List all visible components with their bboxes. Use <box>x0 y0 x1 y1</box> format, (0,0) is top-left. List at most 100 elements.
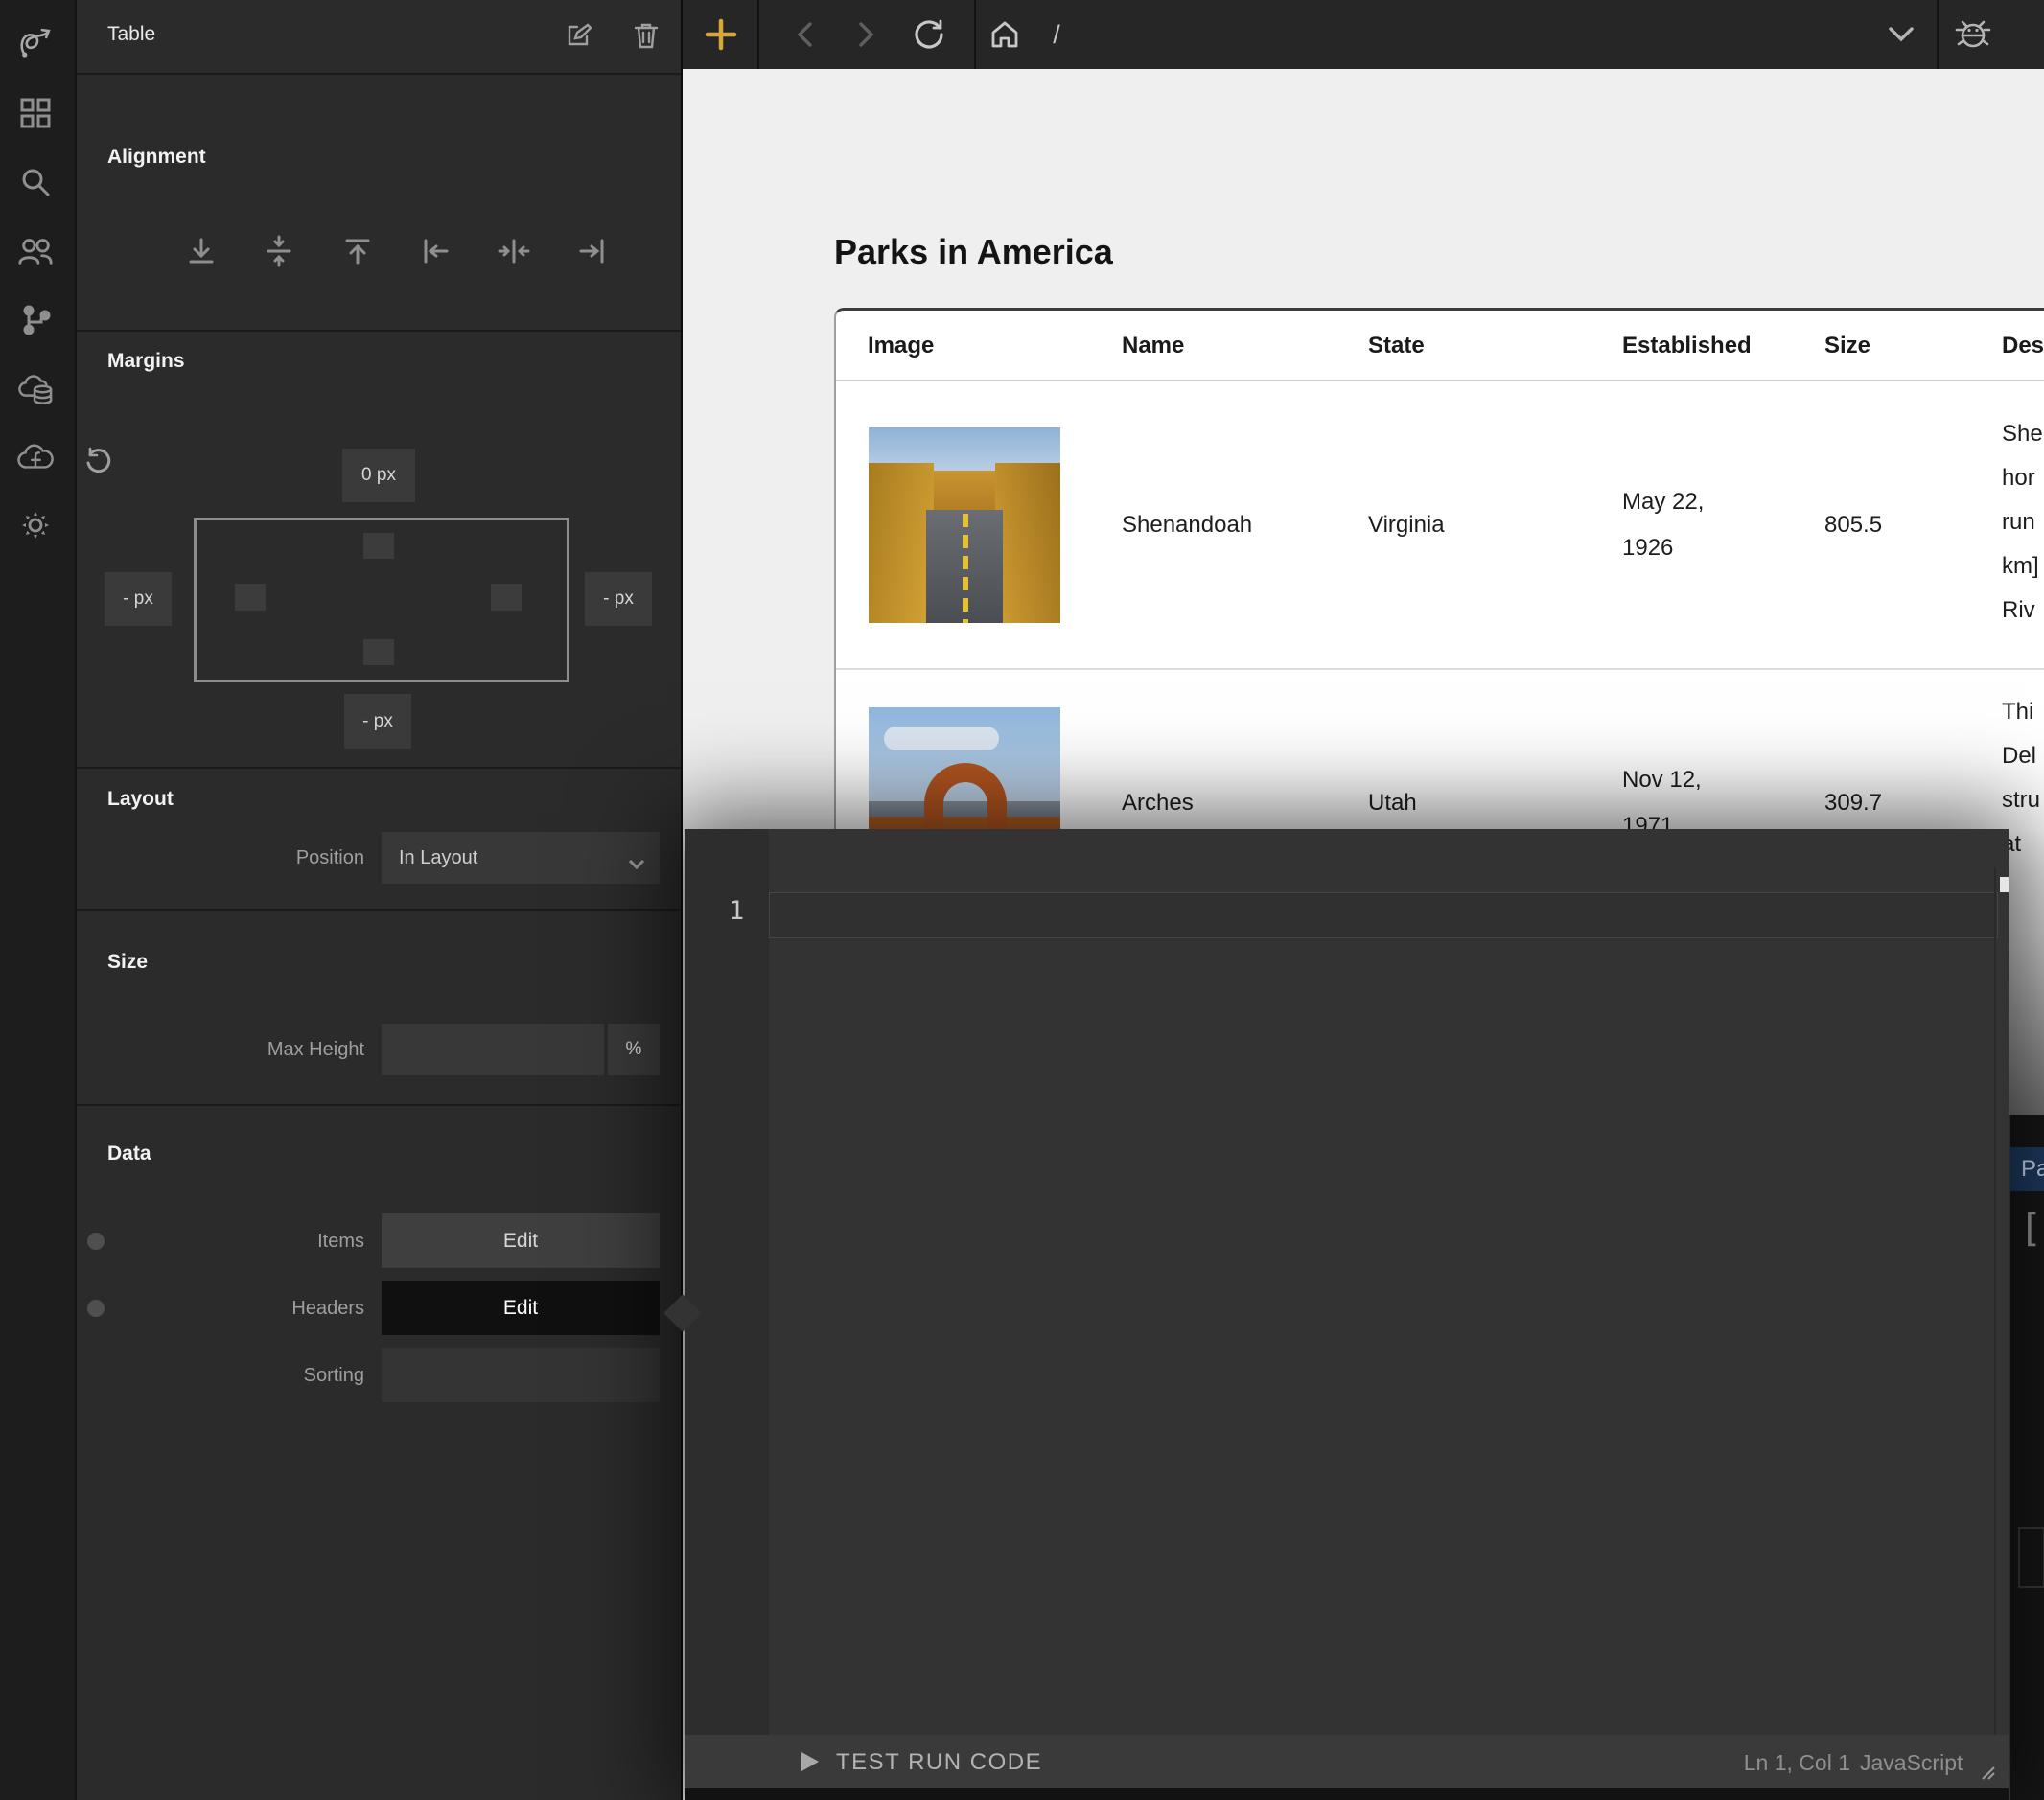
cell-size: 309.7 <box>1824 790 1882 817</box>
headers-label: Headers <box>240 1298 364 1320</box>
margin-left-input[interactable]: - px <box>105 572 172 626</box>
cell-state: Utah <box>1368 790 1417 817</box>
state-item-label: Pa <box>2021 1156 2044 1183</box>
margin-right-input[interactable]: - px <box>585 572 652 626</box>
toolbar-divider <box>1937 0 1939 69</box>
desc-line: She <box>2002 412 2043 456</box>
git-branch-icon[interactable] <box>13 298 58 342</box>
headers-binding-dot[interactable] <box>87 1300 105 1317</box>
desc-line: km] <box>2002 544 2043 588</box>
cloud-database-icon[interactable] <box>13 367 58 411</box>
desc-line: stru <box>2002 778 2040 822</box>
json-bracket: [ <box>2019 1207 2042 1251</box>
items-binding-dot[interactable] <box>87 1233 105 1250</box>
align-left-icon[interactable] <box>412 228 458 274</box>
line-number: 1 <box>729 896 744 926</box>
url-path[interactable]: / <box>1037 0 1076 69</box>
cell-description: She hor run km] Riv <box>2002 412 2043 633</box>
col-header-name[interactable]: Name <box>1122 333 1184 359</box>
add-component-button[interactable] <box>696 0 746 69</box>
margin-handle-top[interactable] <box>363 533 394 559</box>
desc-line: Thi <box>2002 690 2040 734</box>
language-label[interactable]: JavaScript <box>1860 1750 1963 1776</box>
data-section-title: Data <box>107 1142 151 1165</box>
section-divider <box>77 909 681 911</box>
users-icon[interactable] <box>13 229 58 273</box>
headers-edit-button-active[interactable]: Edit <box>382 1281 660 1335</box>
cell-established-l2: 1926 <box>1622 535 1673 562</box>
nav-forward-icon[interactable] <box>842 0 890 69</box>
test-run-code-button[interactable]: TEST RUN CODE <box>836 1749 1042 1776</box>
nav-back-icon[interactable] <box>781 0 829 69</box>
align-vertical-center-icon[interactable] <box>256 228 302 274</box>
cloud-function-icon[interactable] <box>13 436 58 480</box>
items-edit-button[interactable]: Edit <box>382 1213 660 1268</box>
editor-bottom-edge <box>685 1788 2009 1800</box>
debug-bug-icon[interactable] <box>1946 0 2000 69</box>
alignment-section-title: Alignment <box>107 146 206 169</box>
editor-scrollbar-track <box>1994 867 1996 1735</box>
reset-margins-icon[interactable] <box>84 447 113 480</box>
align-bottom-icon[interactable] <box>178 228 224 274</box>
table-row-divider <box>836 668 2044 670</box>
col-header-size[interactable]: Size <box>1824 333 1870 359</box>
canvas-shadow <box>2009 829 2044 1117</box>
photo-trees <box>869 463 934 623</box>
editor-status-bar: TEST RUN CODE Ln 1, Col 1 JavaScript <box>685 1735 2009 1788</box>
reload-icon[interactable] <box>903 0 955 69</box>
position-select[interactable]: In Layout <box>382 832 660 884</box>
chevron-down-icon <box>629 853 644 875</box>
margin-top-input[interactable]: 0 px <box>342 449 415 502</box>
home-icon[interactable] <box>980 0 1030 69</box>
editor-scrollbar-thumb[interactable] <box>2000 877 2009 892</box>
delete-component-icon[interactable] <box>633 21 660 55</box>
max-height-unit: % <box>608 1024 660 1075</box>
layout-section-title: Layout <box>107 788 174 811</box>
margin-handle-right[interactable] <box>491 584 522 611</box>
panel-fragment <box>2018 1527 2044 1588</box>
toolbar-divider <box>757 0 759 69</box>
section-divider <box>77 73 681 75</box>
align-horizontal-center-icon[interactable] <box>491 228 537 274</box>
state-item-selected[interactable]: Pa <box>2010 1147 2044 1191</box>
code-input-line[interactable] <box>769 892 1998 938</box>
align-top-icon[interactable] <box>335 228 381 274</box>
edit-component-icon[interactable] <box>564 21 592 55</box>
run-play-icon[interactable] <box>800 1750 821 1778</box>
desc-line: hor <box>2002 456 2043 500</box>
margins-section-title: Margins <box>107 350 185 373</box>
settings-gear-icon[interactable] <box>13 503 58 547</box>
left-icon-rail <box>0 0 77 1800</box>
margin-handle-bottom[interactable] <box>363 639 394 665</box>
toolbar-divider <box>974 0 976 69</box>
cell-size: 805.5 <box>1824 512 1882 539</box>
max-height-input[interactable] <box>382 1024 604 1075</box>
desc-line: run <box>2002 500 2043 544</box>
cell-state: Virginia <box>1368 512 1445 539</box>
margin-bottom-input[interactable]: - px <box>344 694 411 749</box>
photo-cloud <box>884 727 999 750</box>
cursor-position: Ln 1, Col 1 <box>1735 1750 1850 1776</box>
resize-grip[interactable] <box>1977 1762 1996 1786</box>
position-value: In Layout <box>399 847 477 869</box>
search-icon[interactable] <box>13 160 58 204</box>
col-header-image[interactable]: Image <box>868 333 934 359</box>
code-editor-popover: 1 TEST RUN CODE Ln 1, Col 1 JavaScript <box>685 829 2009 1800</box>
desc-line: Riv <box>2002 588 2043 633</box>
margin-handle-left[interactable] <box>235 584 266 611</box>
col-header-state[interactable]: State <box>1368 333 1425 359</box>
sorting-input[interactable] <box>382 1348 660 1402</box>
sorting-label: Sorting <box>240 1365 364 1387</box>
park-photo-shenandoah <box>869 427 1060 623</box>
col-header-established[interactable]: Established <box>1622 333 1752 359</box>
app-logo-icon[interactable] <box>13 21 58 65</box>
state-side-panel: Pa [ <box>2009 1115 2044 1800</box>
components-grid-icon[interactable] <box>13 91 58 135</box>
col-header-description[interactable]: Des <box>2002 333 2044 359</box>
page-title: Parks in America <box>834 232 1113 272</box>
section-divider <box>77 767 681 769</box>
preview-chevron-down-icon[interactable] <box>1877 0 1925 69</box>
align-right-icon[interactable] <box>569 228 616 274</box>
items-label: Items <box>240 1231 364 1253</box>
desc-line: Del <box>2002 734 2040 778</box>
